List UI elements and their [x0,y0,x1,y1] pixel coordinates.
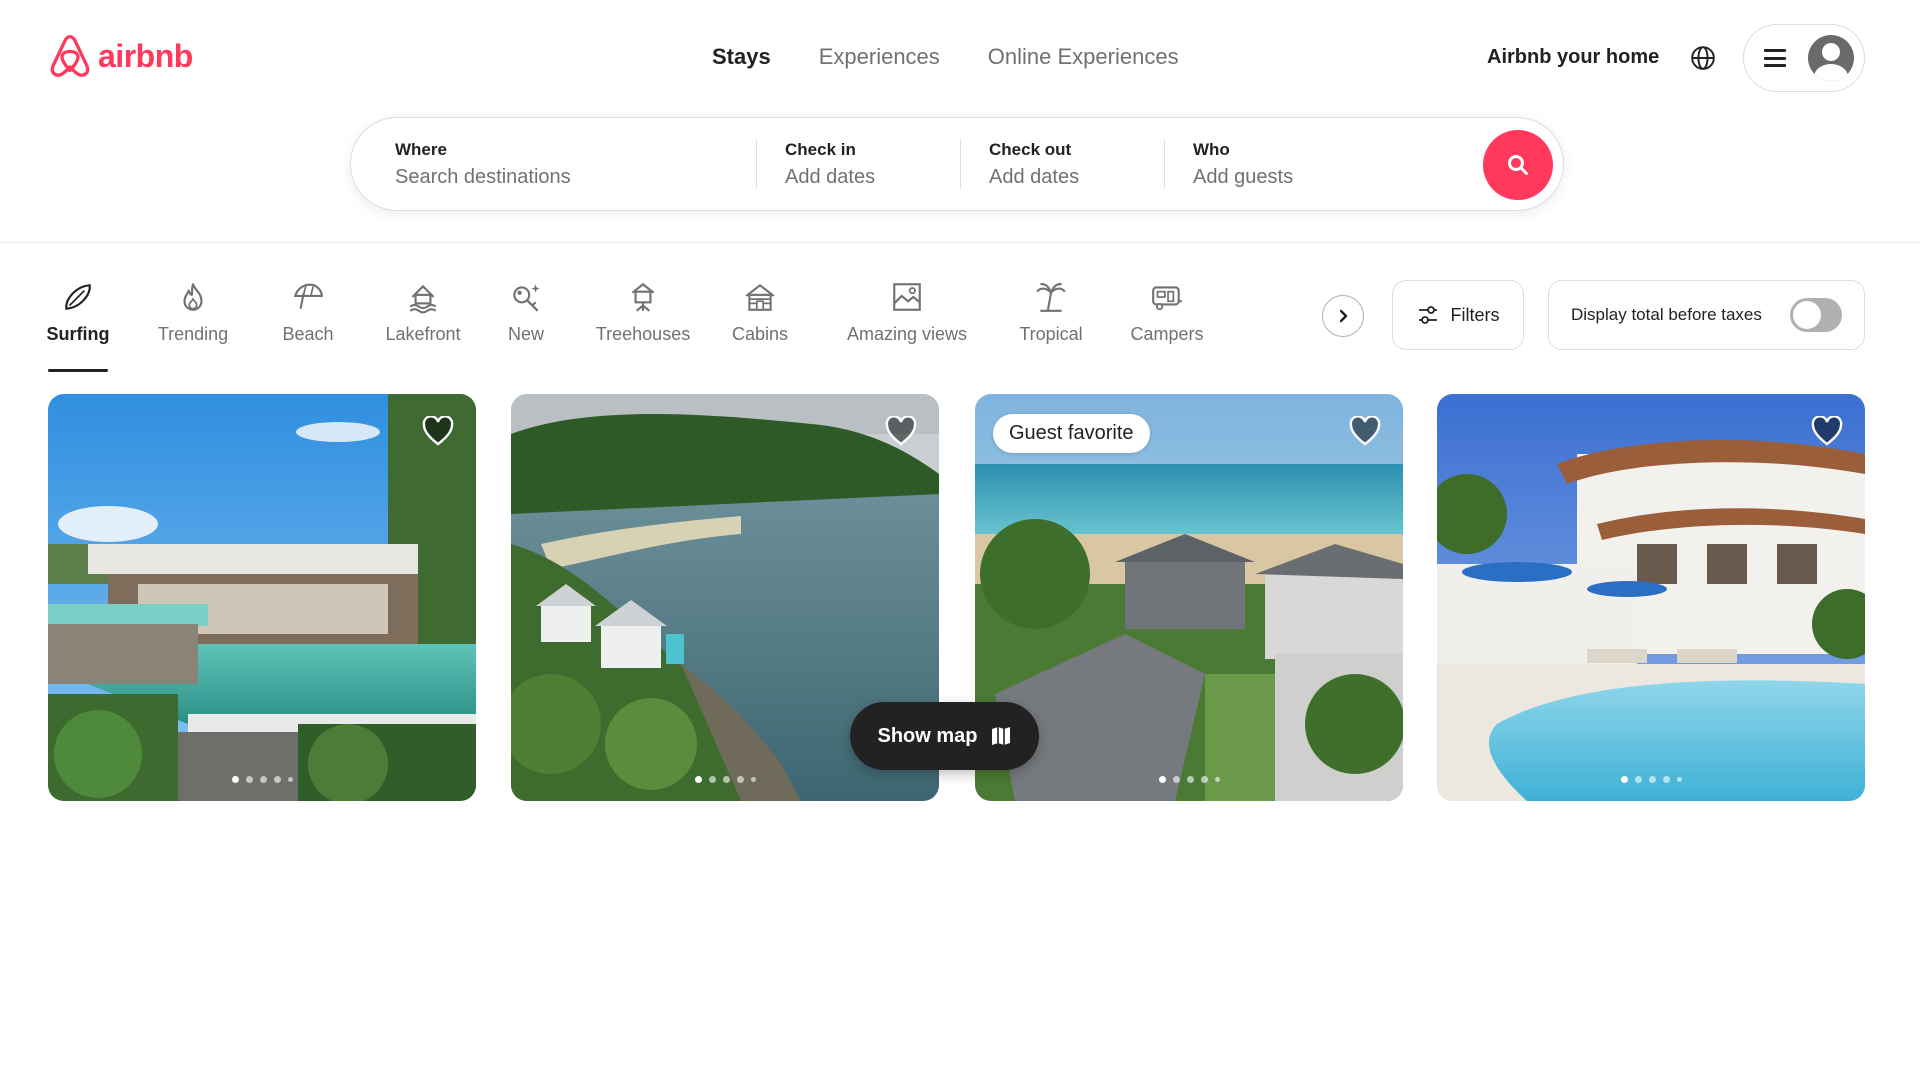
cabin-icon [745,283,775,311]
guest-favorite-badge: Guest favorite [993,414,1150,453]
filters-label: Filters [1450,304,1500,325]
tax-toggle-label: Display total before taxes [1571,305,1762,324]
category-label: Campers [1130,324,1204,344]
surfboard-icon [65,284,91,310]
palm-tree-icon [1036,282,1066,312]
view-icon [893,283,921,311]
category-beach[interactable]: Beach [282,276,334,372]
show-map-button[interactable]: Show map [850,702,1039,770]
category-label: Trending [157,324,229,344]
category-label: Lakefront [385,324,461,344]
category-treehouses[interactable]: Treehouses [596,276,690,372]
top-nav: Stays Experiences Online Experiences [712,44,1179,70]
airbnb-home-page: airbnb Stays Experiences Online Experien… [0,0,1920,1080]
listing-photo [1437,394,1865,801]
tax-display-toggle-box: Display total before taxes [1548,280,1865,350]
check-in-value: Add dates [785,165,876,188]
category-label: Treehouses [595,324,691,344]
check-out-value: Add dates [989,165,1080,188]
filters-button[interactable]: Filters [1392,280,1524,350]
check-out-label: Check out [989,139,1072,159]
photo-pagination-dots [1437,776,1865,783]
show-map-label: Show map [877,724,978,747]
category-label: Amazing views [846,324,968,344]
heart-icon[interactable] [1811,416,1843,446]
search-button[interactable] [1483,130,1553,200]
tax-toggle-switch[interactable] [1790,298,1842,332]
category-scroll-next-button[interactable] [1322,295,1364,337]
heart-icon[interactable] [1349,416,1381,446]
heart-icon[interactable] [422,416,454,446]
category-label: Tropical [1019,324,1083,344]
category-amazing-views[interactable]: Amazing views [846,276,968,372]
listing-card[interactable]: Guest favorite [975,394,1403,801]
listing-photo [48,394,476,801]
check-out-field[interactable]: Check out Add dates [961,118,1164,210]
photo-pagination-dots [511,776,939,783]
chevron-right-icon [1339,309,1348,323]
where-label: Where [395,139,447,159]
photo-pagination-dots [975,776,1403,783]
where-field[interactable]: Where Search destinations [351,118,756,210]
category-new[interactable]: New [508,276,544,372]
tab-online-experiences[interactable]: Online Experiences [988,44,1179,70]
header: airbnb Stays Experiences Online Experien… [0,0,1920,243]
category-bar: Surfing Trending Beach Lakefront New Tre… [46,276,1204,372]
globe-icon[interactable] [1690,45,1716,71]
user-avatar-icon [1808,35,1854,81]
category-label: Surfing [46,324,110,344]
tab-stays[interactable]: Stays [712,44,771,70]
check-in-field[interactable]: Check in Add dates [757,118,960,210]
where-input[interactable]: Search destinations [395,166,756,189]
umbrella-icon [293,283,323,309]
category-cabins[interactable]: Cabins [732,276,788,372]
flame-icon [183,283,203,311]
logo-wordmark: airbnb [98,37,193,74]
profile-menu-button[interactable] [1743,24,1865,92]
sliders-icon [1418,306,1437,324]
check-in-label: Check in [785,139,856,159]
photo-pagination-dots [48,776,476,783]
airbnb-logo[interactable]: airbnb [48,32,193,80]
category-label: Cabins [731,324,789,344]
category-campers[interactable]: Campers [1130,276,1204,372]
map-icon [991,727,1010,745]
listing-card[interactable] [48,394,476,801]
hamburger-icon [1764,49,1786,67]
category-surfing[interactable]: Surfing [46,276,110,372]
search-icon [1508,155,1528,175]
treehouse-icon [631,282,655,312]
listing-card[interactable] [1437,394,1865,801]
airbnb-your-home-link[interactable]: Airbnb your home [1487,46,1659,69]
tab-experiences[interactable]: Experiences [819,44,940,70]
airbnb-belo-icon [50,35,90,77]
lakefront-icon [409,284,437,314]
category-tropical[interactable]: Tropical [1018,276,1084,372]
listing-photo [975,394,1403,801]
category-label: Beach [282,324,334,344]
category-lakefront[interactable]: Lakefront [383,276,463,372]
heart-icon[interactable] [885,416,917,446]
category-label: New [508,324,545,344]
search-bar: Where Search destinations Check in Add d… [350,117,1564,211]
camper-icon [1152,286,1182,311]
category-trending[interactable]: Trending [156,276,230,372]
key-sparkle-icon [513,284,540,312]
